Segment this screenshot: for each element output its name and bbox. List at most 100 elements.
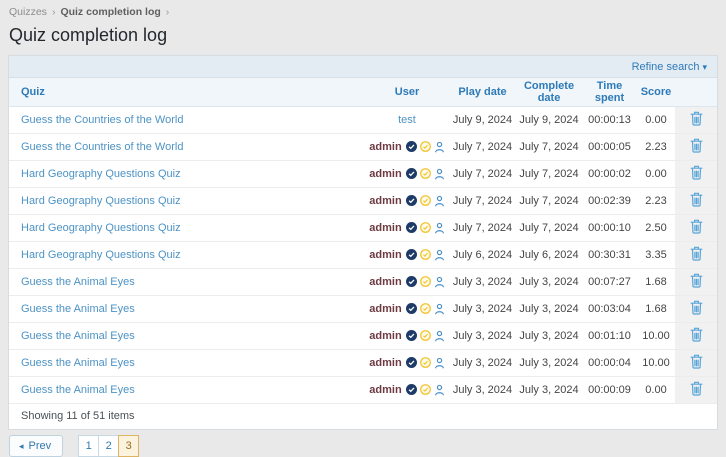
gold-badge-icon <box>419 168 431 180</box>
delete-row-button[interactable] <box>690 381 703 399</box>
user-badges <box>405 384 445 396</box>
user-profile-icon[interactable] <box>434 195 445 207</box>
quiz-link[interactable]: Guess the Countries of the World <box>21 141 183 153</box>
quiz-link[interactable]: Hard Geography Questions Quiz <box>21 222 181 234</box>
user-link[interactable]: admin <box>369 384 401 396</box>
quiz-link[interactable]: Guess the Animal Eyes <box>21 276 135 288</box>
delete-row-button[interactable] <box>690 219 703 237</box>
user-badges <box>405 195 445 207</box>
breadcrumb-current: Quiz completion log <box>60 6 161 18</box>
refine-search-link[interactable]: Refine search ▾ <box>632 61 707 73</box>
score-cell: 10.00 <box>637 349 675 377</box>
quiz-link[interactable]: Guess the Animal Eyes <box>21 357 135 369</box>
gold-badge-icon <box>419 222 431 234</box>
user-profile-icon[interactable] <box>434 276 445 288</box>
column-header-actions <box>675 78 717 107</box>
page-button-1[interactable]: 1 <box>78 435 100 457</box>
user-profile-icon[interactable] <box>434 249 445 261</box>
delete-row-button[interactable] <box>690 246 703 264</box>
delete-row-button[interactable] <box>690 300 703 318</box>
quiz-link[interactable]: Hard Geography Questions Quiz <box>21 249 181 261</box>
quiz-link[interactable]: Hard Geography Questions Quiz <box>21 195 181 207</box>
delete-row-button[interactable] <box>690 327 703 345</box>
page-button-2[interactable]: 2 <box>98 435 120 457</box>
time-spent-cell: 00:00:10 <box>582 214 637 242</box>
score-cell: 1.68 <box>637 295 675 323</box>
complete-date-cell: July 7, 2024 <box>516 160 582 188</box>
delete-row-button[interactable] <box>690 165 703 183</box>
play-date-cell: July 7, 2024 <box>449 187 516 215</box>
trash-icon <box>690 111 703 129</box>
user-link[interactable]: admin <box>369 357 401 369</box>
user-link[interactable]: admin <box>369 168 401 180</box>
breadcrumb-separator: › <box>51 6 56 18</box>
time-spent-cell: 00:30:31 <box>582 241 637 269</box>
time-spent-cell: 00:00:02 <box>582 160 637 188</box>
user-link[interactable]: admin <box>369 276 401 288</box>
time-spent-cell: 00:02:39 <box>582 187 637 215</box>
trash-icon <box>690 354 703 372</box>
verified-badge-icon <box>405 384 417 396</box>
complete-date-cell: July 7, 2024 <box>516 133 582 161</box>
page-button-3[interactable]: 3 <box>118 435 140 457</box>
score-cell: 10.00 <box>637 322 675 350</box>
user-link[interactable]: admin <box>369 195 401 207</box>
delete-row-button[interactable] <box>690 354 703 372</box>
user-link[interactable]: admin <box>369 330 401 342</box>
quiz-link[interactable]: Guess the Animal Eyes <box>21 303 135 315</box>
user-link[interactable]: admin <box>369 222 401 234</box>
score-cell: 2.50 <box>637 214 675 242</box>
quiz-link[interactable]: Guess the Animal Eyes <box>21 384 135 396</box>
quiz-link[interactable]: Hard Geography Questions Quiz <box>21 168 181 180</box>
user-badges <box>405 168 445 180</box>
quiz-link[interactable]: Guess the Animal Eyes <box>21 330 135 342</box>
table-row: Guess the Animal Eyes admin July 3, 2024… <box>9 322 717 350</box>
complete-date-cell: July 7, 2024 <box>516 214 582 242</box>
user-link[interactable]: admin <box>369 303 401 315</box>
play-date-cell: July 7, 2024 <box>449 214 516 242</box>
play-date-cell: July 3, 2024 <box>449 295 516 323</box>
complete-date-cell: July 3, 2024 <box>516 349 582 377</box>
user-profile-icon[interactable] <box>434 357 445 369</box>
user-profile-icon[interactable] <box>434 303 445 315</box>
trash-icon <box>690 192 703 210</box>
user-profile-icon[interactable] <box>434 222 445 234</box>
trash-icon <box>690 246 703 264</box>
breadcrumb-link-quizzes[interactable]: Quizzes <box>9 6 47 18</box>
user-profile-icon[interactable] <box>434 330 445 342</box>
time-spent-cell: 00:00:13 <box>582 106 637 134</box>
user-profile-icon[interactable] <box>434 141 445 153</box>
user-badges <box>405 222 445 234</box>
time-spent-cell: 00:03:04 <box>582 295 637 323</box>
trash-icon <box>690 327 703 345</box>
page-title: Quiz completion log <box>9 25 168 45</box>
quiz-link[interactable]: Guess the Countries of the World <box>21 114 183 126</box>
delete-row-button[interactable] <box>690 111 703 129</box>
complete-date-cell: July 7, 2024 <box>516 187 582 215</box>
table-row: Guess the Countries of the World test Ju… <box>9 106 717 134</box>
delete-row-button[interactable] <box>690 273 703 291</box>
score-cell: 3.35 <box>637 241 675 269</box>
user-badges <box>405 357 445 369</box>
user-badges <box>405 276 445 288</box>
table-row: Hard Geography Questions Quiz admin July… <box>9 187 717 215</box>
complete-date-cell: July 3, 2024 <box>516 322 582 350</box>
user-link[interactable]: test <box>398 114 416 126</box>
gold-badge-icon <box>419 384 431 396</box>
column-header-play-date: Play date <box>449 78 516 107</box>
delete-row-button[interactable] <box>690 138 703 156</box>
table-row: Hard Geography Questions Quiz admin July… <box>9 160 717 188</box>
user-link[interactable]: admin <box>369 141 401 153</box>
user-profile-icon[interactable] <box>434 168 445 180</box>
prev-button[interactable]: ◂ Prev <box>9 435 64 457</box>
table-row: Guess the Animal Eyes admin July 3, 2024… <box>9 349 717 377</box>
verified-badge-icon <box>405 276 417 288</box>
play-date-cell: July 3, 2024 <box>449 349 516 377</box>
delete-row-button[interactable] <box>690 192 703 210</box>
play-date-cell: July 9, 2024 <box>449 106 516 134</box>
table-row: Guess the Animal Eyes admin July 3, 2024… <box>9 376 717 404</box>
score-cell: 0.00 <box>637 106 675 134</box>
time-spent-cell: 00:00:05 <box>582 133 637 161</box>
user-link[interactable]: admin <box>369 249 401 261</box>
user-profile-icon[interactable] <box>434 384 445 396</box>
